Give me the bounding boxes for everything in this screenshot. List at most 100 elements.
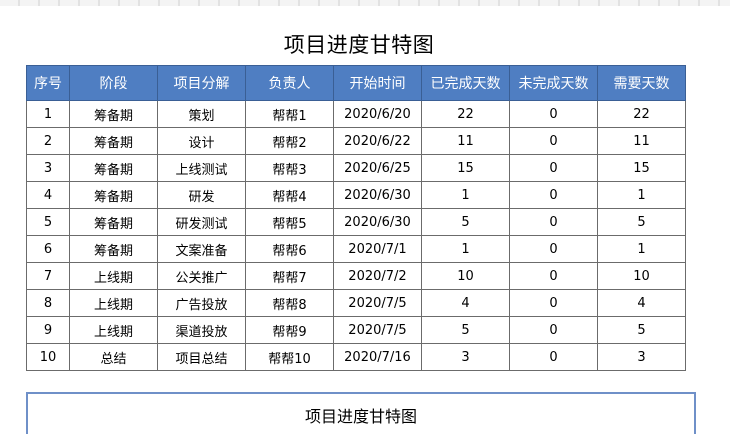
table-cell[interactable]: 0 <box>509 127 598 155</box>
table-cell[interactable]: 5 <box>26 208 70 236</box>
table-cell[interactable]: 2020/7/2 <box>333 262 422 290</box>
table-cell[interactable]: 帮帮3 <box>245 154 334 182</box>
table-cell[interactable]: 0 <box>509 100 598 128</box>
table-cell[interactable]: 筹备期 <box>69 181 158 209</box>
table-cell[interactable]: 2020/6/22 <box>333 127 422 155</box>
header-cell[interactable]: 需要天数 <box>597 65 686 101</box>
table-row: 8 上线期 广告投放 帮帮8 2020/7/5 4 0 4 <box>26 289 686 317</box>
table-cell[interactable]: 3 <box>421 343 510 371</box>
table-cell[interactable]: 3 <box>597 343 686 371</box>
table-cell[interactable]: 帮帮6 <box>245 235 334 263</box>
gantt-chart-panel[interactable]: 项目进度甘特图 <box>26 392 696 434</box>
table-cell[interactable]: 2020/7/1 <box>333 235 422 263</box>
header-cell[interactable]: 已完成天数 <box>421 65 510 101</box>
table-cell[interactable]: 11 <box>421 127 510 155</box>
table-cell[interactable]: 研发测试 <box>157 208 246 236</box>
table-cell[interactable]: 0 <box>509 181 598 209</box>
table-cell[interactable]: 筹备期 <box>69 208 158 236</box>
table-cell[interactable]: 0 <box>509 154 598 182</box>
table-cell[interactable]: 上线测试 <box>157 154 246 182</box>
table-cell[interactable]: 15 <box>421 154 510 182</box>
header-cell[interactable]: 阶段 <box>69 65 158 101</box>
table-cell[interactable]: 2020/6/30 <box>333 181 422 209</box>
table-cell[interactable]: 10 <box>26 343 70 371</box>
table-cell[interactable]: 6 <box>26 235 70 263</box>
table-cell[interactable]: 11 <box>597 127 686 155</box>
table-cell[interactable]: 22 <box>421 100 510 128</box>
table-cell[interactable]: 8 <box>26 289 70 317</box>
table-cell[interactable]: 0 <box>509 262 598 290</box>
table-cell[interactable]: 帮帮2 <box>245 127 334 155</box>
top-strip <box>0 0 730 6</box>
table-row: 5 筹备期 研发测试 帮帮5 2020/6/30 5 0 5 <box>26 208 686 236</box>
table-cell[interactable]: 10 <box>597 262 686 290</box>
table-cell[interactable]: 上线期 <box>69 316 158 344</box>
table-cell[interactable]: 帮帮1 <box>245 100 334 128</box>
table-cell[interactable]: 广告投放 <box>157 289 246 317</box>
table-cell[interactable]: 4 <box>26 181 70 209</box>
table-cell[interactable]: 2020/7/16 <box>333 343 422 371</box>
table-cell[interactable]: 渠道投放 <box>157 316 246 344</box>
table-cell[interactable]: 1 <box>597 235 686 263</box>
table-cell[interactable]: 上线期 <box>69 262 158 290</box>
table-cell[interactable]: 2020/6/30 <box>333 208 422 236</box>
table-cell[interactable]: 7 <box>26 262 70 290</box>
table-cell[interactable]: 4 <box>421 289 510 317</box>
header-cell[interactable]: 序号 <box>26 65 70 101</box>
table-cell[interactable]: 设计 <box>157 127 246 155</box>
table-row: 7 上线期 公关推广 帮帮7 2020/7/2 10 0 10 <box>26 262 686 290</box>
table-cell[interactable]: 1 <box>421 235 510 263</box>
table-row: 4 筹备期 研发 帮帮4 2020/6/30 1 0 1 <box>26 181 686 209</box>
table-cell[interactable]: 2020/6/25 <box>333 154 422 182</box>
table-row: 2 筹备期 设计 帮帮2 2020/6/22 11 0 11 <box>26 127 686 155</box>
table-row: 9 上线期 渠道投放 帮帮9 2020/7/5 5 0 5 <box>26 316 686 344</box>
table-cell[interactable]: 帮帮7 <box>245 262 334 290</box>
table-cell[interactable]: 策划 <box>157 100 246 128</box>
table-cell[interactable]: 总结 <box>69 343 158 371</box>
table-cell[interactable]: 筹备期 <box>69 100 158 128</box>
table-cell[interactable]: 4 <box>597 289 686 317</box>
table-cell[interactable]: 2020/7/5 <box>333 289 422 317</box>
header-cell[interactable]: 未完成天数 <box>509 65 598 101</box>
table-cell[interactable]: 项目总结 <box>157 343 246 371</box>
page-title: 项目进度甘特图 <box>283 33 435 57</box>
table-cell[interactable]: 9 <box>26 316 70 344</box>
table-row: 3 筹备期 上线测试 帮帮3 2020/6/25 15 0 15 <box>26 154 686 182</box>
table-cell[interactable]: 2 <box>26 127 70 155</box>
table-cell[interactable]: 帮帮5 <box>245 208 334 236</box>
table-cell[interactable]: 文案准备 <box>157 235 246 263</box>
table-cell[interactable]: 2020/7/5 <box>333 316 422 344</box>
table-cell[interactable]: 5 <box>421 316 510 344</box>
table-cell[interactable]: 10 <box>421 262 510 290</box>
table-cell[interactable]: 1 <box>597 181 686 209</box>
table-cell[interactable]: 筹备期 <box>69 154 158 182</box>
table-cell[interactable]: 研发 <box>157 181 246 209</box>
header-cell[interactable]: 项目分解 <box>157 65 246 101</box>
table-cell[interactable]: 1 <box>421 181 510 209</box>
table-cell[interactable]: 15 <box>597 154 686 182</box>
table-cell[interactable]: 3 <box>26 154 70 182</box>
table-cell[interactable]: 帮帮10 <box>245 343 334 371</box>
table-cell[interactable]: 22 <box>597 100 686 128</box>
table-cell[interactable]: 5 <box>421 208 510 236</box>
table-cell[interactable]: 0 <box>509 208 598 236</box>
table-cell[interactable]: 0 <box>509 316 598 344</box>
table-row: 10 总结 项目总结 帮帮10 2020/7/16 3 0 3 <box>26 343 686 371</box>
table-cell[interactable]: 5 <box>597 316 686 344</box>
table-cell[interactable]: 帮帮8 <box>245 289 334 317</box>
table-cell[interactable]: 0 <box>509 343 598 371</box>
table-cell[interactable]: 帮帮4 <box>245 181 334 209</box>
table-cell[interactable]: 0 <box>509 289 598 317</box>
header-cell[interactable]: 负责人 <box>245 65 334 101</box>
table-cell[interactable]: 5 <box>597 208 686 236</box>
table-cell[interactable]: 上线期 <box>69 289 158 317</box>
header-cell[interactable]: 开始时间 <box>333 65 422 101</box>
gantt-data-table: 序号 阶段 项目分解 负责人 开始时间 已完成天数 未完成天数 需要天数 1 筹… <box>26 65 686 371</box>
table-cell[interactable]: 0 <box>509 235 598 263</box>
table-cell[interactable]: 筹备期 <box>69 127 158 155</box>
table-cell[interactable]: 1 <box>26 100 70 128</box>
table-cell[interactable]: 帮帮9 <box>245 316 334 344</box>
table-cell[interactable]: 2020/6/20 <box>333 100 422 128</box>
table-cell[interactable]: 公关推广 <box>157 262 246 290</box>
table-cell[interactable]: 筹备期 <box>69 235 158 263</box>
